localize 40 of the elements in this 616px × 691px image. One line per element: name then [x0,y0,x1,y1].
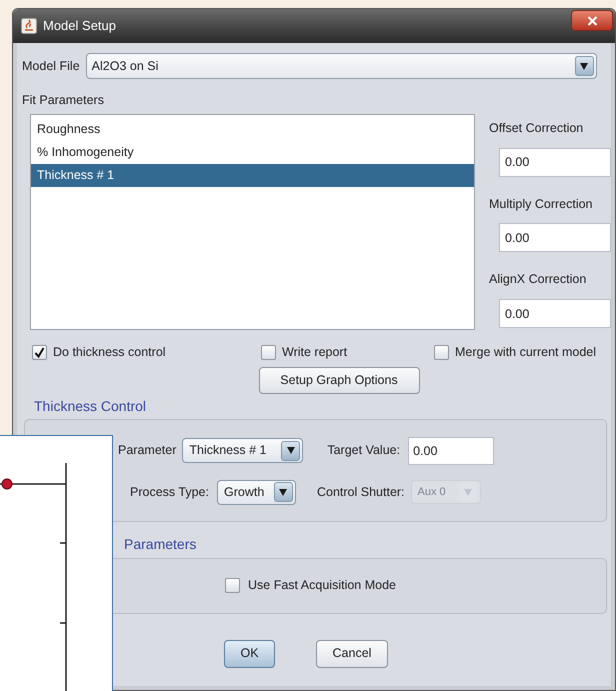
checkbox[interactable] [261,345,276,360]
process-type-dropdown[interactable]: Growth [216,480,296,505]
input-field[interactable]: 0.00 [499,223,611,252]
setup-graph-options-button[interactable]: Setup Graph Options [258,366,420,394]
section-title: Parameters [124,534,198,554]
window-title: Model Setup [43,17,116,36]
app-icon [21,18,37,34]
checkbox-label: Merge with current model [455,344,596,362]
field-label: Target Value: [327,442,400,460]
parameter-dropdown[interactable]: Thickness # 1 [182,438,304,464]
field-label: AlignX Correction [489,271,588,288]
dropdown-arrow-icon [464,488,472,496]
checkbox-label: Do thickness control [53,344,166,362]
list-item[interactable]: Thickness # 1 [31,164,474,187]
dialog-button[interactable]: Cancel [316,640,388,668]
field-label: Process Type: [130,484,209,501]
checkbox[interactable] [225,578,240,594]
section-title: Thickness Control [34,396,148,416]
checkbox[interactable] [434,345,449,360]
fit-parameters-label: Fit Parameters [22,92,105,109]
dropdown-arrow-icon [279,488,288,496]
field-label: Parameter [118,442,176,460]
close-icon [586,16,598,26]
checkbox-label: Write report [282,344,348,362]
field-label: Offset Correction [489,120,584,137]
list-item[interactable]: Roughness [31,118,474,141]
model-file-label: Model File [22,58,80,75]
field-label: Control Shutter: [316,484,405,501]
input-field[interactable]: 0.00 [499,148,611,176]
close-button[interactable] [571,10,613,31]
checkbox[interactable] [32,345,47,360]
input-field[interactable]: 0.00 [408,436,494,465]
dialog-button[interactable]: OK [224,640,275,668]
field-label: Multiply Correction [489,196,594,213]
dropdown-arrow-icon [286,447,295,454]
dropdown-arrow-icon [580,62,588,70]
list-item[interactable]: % Inhomogeneity [31,140,474,164]
input-field[interactable]: 0.00 [499,299,611,328]
checkbox-label: Use Fast Acquisition Mode [248,577,396,594]
model-file-dropdown[interactable]: Al2O3 on Si [86,53,597,79]
